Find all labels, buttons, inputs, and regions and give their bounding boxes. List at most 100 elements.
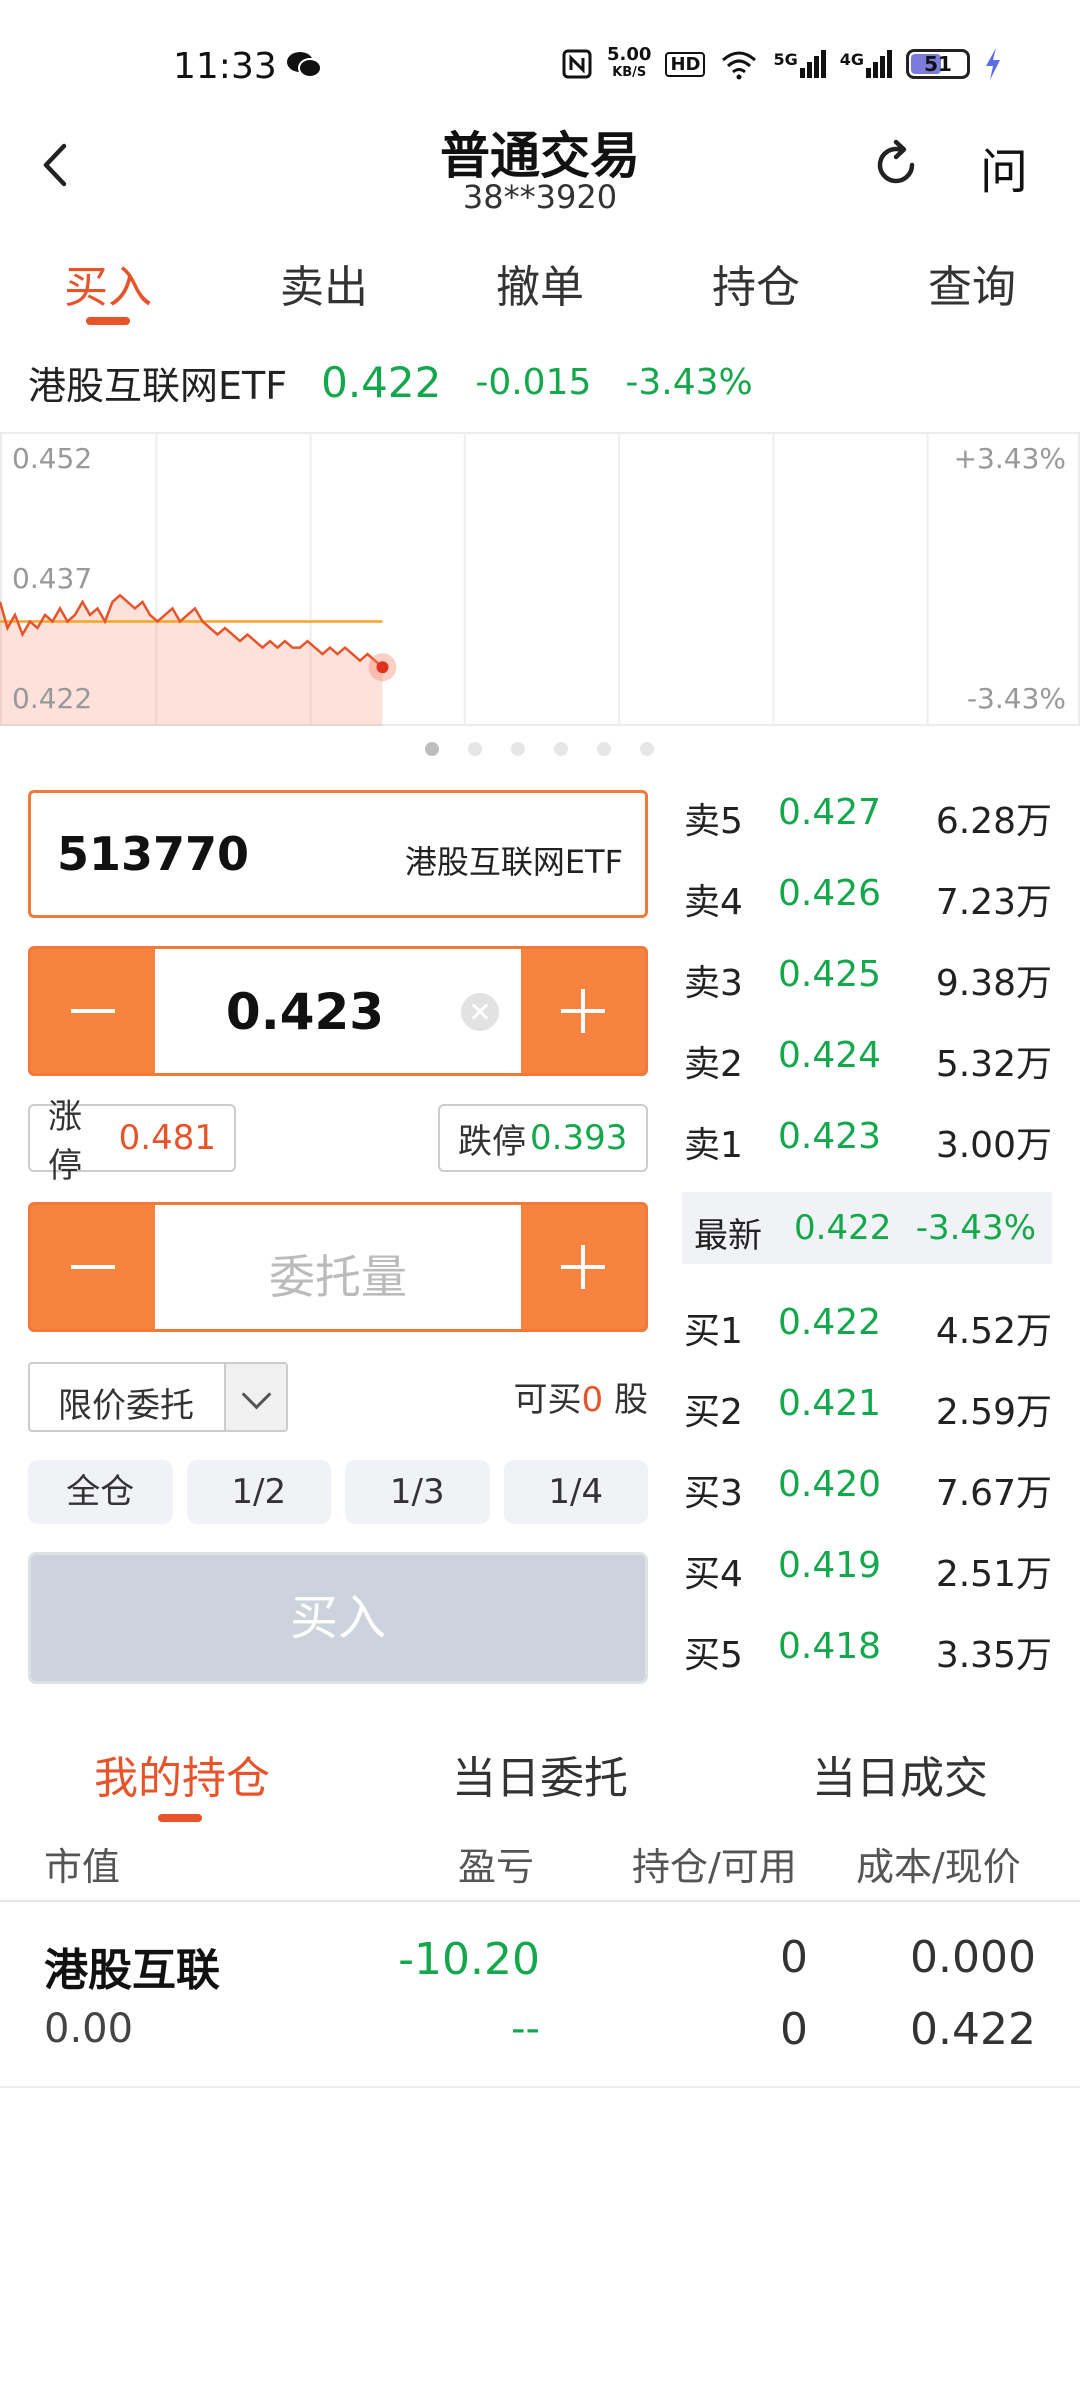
stock-code-input[interactable]: 513770 港股互联网ETF: [28, 790, 648, 918]
chart-pct-top: +3.43%: [953, 442, 1066, 475]
quantity-placeholder: 委托量: [269, 1250, 407, 1304]
wifi-icon: [722, 51, 757, 80]
price-decrease-button[interactable]: [31, 949, 155, 1073]
limit-down-label: 跌停: [458, 1121, 526, 1162]
position-available: 0: [780, 2004, 808, 2055]
clear-icon[interactable]: [461, 993, 499, 1031]
bid-row[interactable]: 买4 0.419 2.51万: [682, 1535, 1052, 1595]
quantity-increase-button[interactable]: [521, 1205, 645, 1329]
ask-row[interactable]: 卖4 0.426 7.23万: [682, 863, 1052, 923]
quote-price: 0.422: [321, 357, 442, 407]
quantity-stepper: 委托量: [28, 1202, 648, 1332]
order-type-select[interactable]: 限价委托: [28, 1362, 288, 1432]
limit-up-label: 涨停: [48, 1097, 82, 1186]
quote-line: 港股互联网ETF 0.422 -0.015 -3.43%: [28, 352, 753, 412]
tab-buy[interactable]: 买入: [0, 245, 216, 325]
can-buy-unit: 股: [614, 1380, 648, 1420]
price-value: 0.423: [225, 983, 385, 1041]
limit-up-button[interactable]: 涨停 0.481: [28, 1097, 236, 1186]
status-bar: 11:33 5.00 KB/S HD 5G 4G 51: [0, 0, 1080, 130]
ask-price: 0.424: [778, 1035, 882, 1076]
position-hold: 0: [780, 1932, 808, 1983]
tab-query[interactable]: 查询: [864, 245, 1080, 325]
pager-dot[interactable]: [554, 742, 568, 756]
net-speed: 5.00 KB/S: [607, 44, 652, 81]
bid-price: 0.419: [778, 1545, 882, 1586]
ask-level-label: 卖2: [684, 1044, 743, 1085]
positions-table-header: 市值 盈亏 持仓/可用 成本/现价: [0, 1836, 1080, 1900]
ask-price: 0.426: [778, 873, 882, 914]
charging-icon: [986, 48, 1000, 80]
ask-level-label: 卖5: [684, 801, 743, 842]
wechat-icon: [287, 52, 322, 78]
header-cost: 成本/现价: [856, 1845, 1021, 1889]
bid-row[interactable]: 买1 0.422 4.52万: [682, 1292, 1052, 1352]
pager-dot[interactable]: [511, 742, 525, 756]
header-market-value: 市值: [44, 1845, 121, 1889]
position-pnl: -10.20: [398, 1934, 540, 1985]
bid-level-label: 买5: [684, 1635, 743, 1676]
refresh-icon[interactable]: [870, 138, 924, 192]
tab-sell[interactable]: 卖出: [216, 245, 432, 325]
bid-row[interactable]: 买5 0.418 3.35万: [682, 1616, 1052, 1676]
tab-cancel[interactable]: 撤单: [432, 245, 648, 325]
bid-level-label: 买2: [684, 1392, 743, 1433]
price-increase-button[interactable]: [521, 949, 645, 1073]
latest-label: 最新: [694, 1216, 762, 1256]
ask-price: 0.427: [778, 792, 882, 833]
battery-icon: 51: [906, 49, 970, 79]
table-row[interactable]: 港股互联 0.00 -10.20 -- 0 0 0.000 0.422: [0, 1926, 1080, 2076]
signal-4g: 4G: [840, 50, 892, 78]
bid-price: 0.418: [778, 1626, 882, 1667]
bid-price: 0.422: [778, 1302, 882, 1343]
tab-positions[interactable]: 持仓: [648, 245, 864, 325]
ratio-third-button[interactable]: 1/3: [345, 1460, 490, 1524]
tab-my-positions[interactable]: 我的持仓: [94, 1742, 270, 1806]
bid-row[interactable]: 买3 0.420 7.67万: [682, 1454, 1052, 1514]
quote-change-pct: -3.43%: [625, 361, 753, 403]
ask-level-label: 卖3: [684, 963, 743, 1004]
ratio-quarter-button[interactable]: 1/4: [503, 1460, 648, 1524]
chart-pct-bottom: -3.43%: [966, 682, 1066, 715]
intraday-chart[interactable]: 0.452 0.437 0.422 +3.43% -3.43%: [0, 432, 1080, 726]
ask-row[interactable]: 卖5 0.427 6.28万: [682, 782, 1052, 842]
price-input[interactable]: 0.423: [155, 949, 521, 1073]
pager-dot[interactable]: [597, 742, 611, 756]
bid-row[interactable]: 买2 0.421 2.59万: [682, 1373, 1052, 1433]
last-point: [376, 661, 389, 674]
limit-up-value: 0.481: [118, 1118, 216, 1158]
pager-dot[interactable]: [640, 742, 654, 756]
ask-row[interactable]: 卖1 0.423 3.00万: [682, 1106, 1052, 1166]
ratio-half-button[interactable]: 1/2: [186, 1460, 331, 1524]
limit-down-button[interactable]: 跌停 0.393: [438, 1104, 648, 1172]
position-ratio-buttons: 全仓 1/2 1/3 1/4: [28, 1460, 648, 1524]
bid-level-label: 买4: [684, 1554, 743, 1595]
tab-today-orders[interactable]: 当日委托: [452, 1742, 628, 1806]
latest-price: 0.422: [794, 1208, 892, 1248]
position-cost: 0.000: [910, 1932, 1036, 1983]
quote-name: 港股互联网ETF: [28, 363, 288, 408]
pager-dot[interactable]: [425, 742, 439, 756]
bid-volume: 3.35万: [935, 1635, 1052, 1676]
limit-down-value: 0.393: [530, 1118, 628, 1158]
quantity-input[interactable]: 委托量: [155, 1205, 521, 1329]
ask-volume: 9.38万: [935, 963, 1052, 1004]
position-name: 港股互联: [44, 1945, 220, 1996]
tab-today-trades[interactable]: 当日成交: [812, 1742, 988, 1806]
signal-5g: 5G: [773, 50, 826, 78]
ask-volume: 5.32万: [935, 1044, 1052, 1085]
can-buy-number: 0: [581, 1380, 604, 1420]
buy-submit-button[interactable]: 买入: [28, 1552, 648, 1684]
chart-y-top: 0.452: [12, 442, 93, 475]
ask-row[interactable]: 卖2 0.424 5.32万: [682, 1025, 1052, 1085]
help-button[interactable]: 问: [980, 132, 1028, 202]
hd-icon: HD: [665, 51, 706, 77]
pager-dot[interactable]: [468, 742, 482, 756]
ratio-full-button[interactable]: 全仓: [28, 1460, 173, 1524]
quantity-decrease-button[interactable]: [31, 1205, 155, 1329]
position-current: 0.422: [910, 2004, 1036, 2055]
stock-name: 港股互联网ETF: [404, 843, 623, 881]
ask-row[interactable]: 卖3 0.425 9.38万: [682, 944, 1052, 1004]
ask-level-label: 卖1: [684, 1125, 743, 1166]
chart-y-mid: 0.437: [12, 562, 93, 595]
